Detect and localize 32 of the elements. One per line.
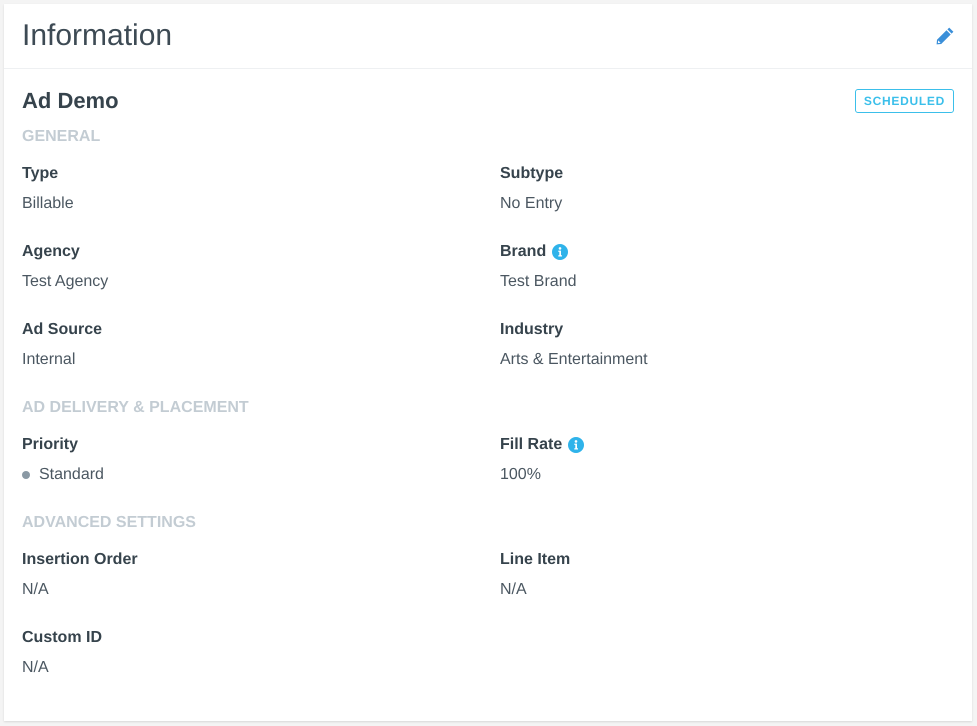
section-heading: GENERAL [22, 127, 102, 147]
card-title: Information [22, 18, 172, 54]
section-heading: AD DELIVERY & PLACEMENT [22, 398, 250, 418]
field-value: 100% [500, 465, 542, 485]
field-value: N/A [500, 580, 528, 600]
field-label: Type [22, 164, 58, 184]
field-value: Billable [22, 194, 75, 214]
field-value: No Entry [500, 194, 564, 214]
field-label: Line Item [500, 550, 570, 570]
field-value: Test Brand [500, 272, 578, 292]
field-value: Arts & Entertainment [500, 350, 649, 370]
field-label: Industry [500, 320, 564, 340]
field-value: Standard [39, 465, 104, 485]
status-tag: SCHEDULED [854, 88, 954, 112]
field-label: Ad Source [22, 320, 102, 340]
field-label: Fill Rate [500, 435, 562, 455]
pencil-icon [936, 27, 954, 45]
field-value: Internal [22, 350, 76, 370]
field-label: Custom ID [22, 628, 102, 648]
field-label: Agency [22, 242, 80, 262]
ad-name: Ad Demo [22, 87, 119, 114]
field-value: N/A [22, 658, 50, 678]
field-label: Insertion Order [22, 550, 138, 570]
edit-button[interactable] [936, 27, 954, 45]
section-heading: ADVANCED SETTINGS [22, 513, 197, 533]
field-value: N/A [22, 580, 50, 600]
info-icon[interactable] [552, 244, 568, 260]
field-value: Test Agency [22, 272, 110, 292]
field-label: Brand [500, 242, 546, 262]
field-label: Priority [22, 435, 78, 455]
field-label: Subtype [500, 164, 564, 184]
info-icon[interactable] [568, 437, 584, 453]
